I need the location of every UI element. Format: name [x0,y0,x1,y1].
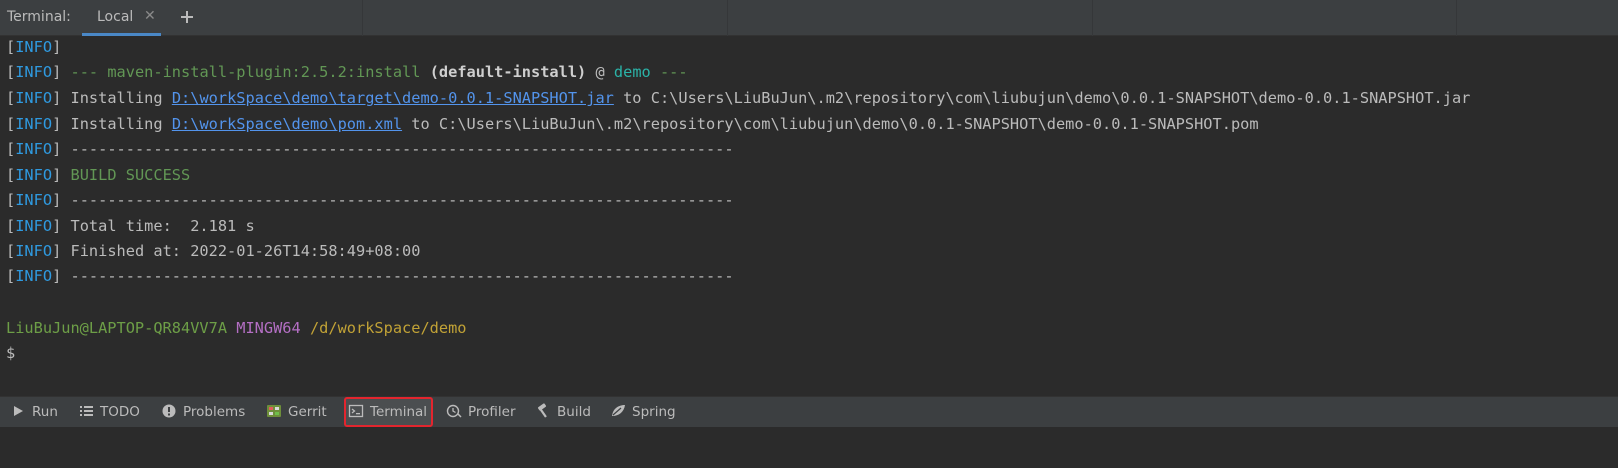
tool-terminal-button[interactable]: Terminal [344,397,434,427]
play-icon [14,406,23,416]
prompt-symbol: $ [6,344,16,362]
shell-prompt[interactable]: $ [6,342,15,364]
installing-text: Installing [70,115,163,133]
to-text: to [623,89,642,107]
shell-prompt-header: LiuBuJun@LAPTOP-QR84VV7A MINGW64 /d/work… [6,317,467,339]
terminal-line: [INFO] --- maven-install-plugin:2.5.2:in… [6,63,688,81]
prompt-path: /d/workSpace/demo [309,319,467,337]
plugin-project: demo [613,63,651,81]
info-tag: INFO [15,89,53,107]
total-time: Total time: 2.181 s [70,217,255,235]
info-tag: INFO [15,63,53,81]
terminal-line: [INFO] ---------------------------------… [6,191,734,209]
terminal-line: [INFO] BUILD SUCCESS [6,166,191,184]
tab-local-label: Local [97,9,134,25]
info-tag: INFO [15,166,53,184]
tool-label: Terminal [370,404,428,420]
tool-run-button[interactable]: Run [10,400,58,424]
divider [362,0,363,36]
jar-destination: C:\Users\LiuBuJun\.m2\repository\com\liu… [650,89,1471,107]
terminal-line: [INFO] ---------------------------------… [6,267,734,285]
prompt-env: MINGW64 [236,319,301,337]
terminal-line: [INFO] Finished at: 2022-01-26T14:58:49+… [6,242,421,260]
plugin-name: maven-install-plugin:2.5.2:install [107,63,421,81]
info-icon [162,404,176,418]
tool-profiler-button[interactable]: Profiler [446,400,516,424]
tab-local[interactable]: Local ✕ [82,0,161,36]
terminal-line: [INFO] Installing D:\workSpace\demo\pom.… [6,115,1259,133]
installing-text: Installing [70,89,163,107]
pom-destination: C:\Users\LiuBuJun\.m2\repository\com\liu… [438,115,1259,133]
gerrit-icon [267,405,281,417]
terminal-tab-bar: Terminal: Local ✕ [0,0,1618,36]
add-tab-button[interactable] [176,4,198,30]
separator-line: ----------------------------------------… [70,140,734,158]
terminal-line: [INFO] [6,38,62,56]
plugin-at: @ [595,63,605,81]
info-tag: INFO [15,115,53,133]
profiler-icon [446,404,462,418]
terminal-line: [INFO] Total time: 2.181 s [6,217,255,235]
tool-build-button[interactable]: Build [535,400,591,424]
divider [1092,0,1093,36]
close-icon[interactable]: ✕ [144,8,156,24]
plus-icon [181,11,193,23]
jar-file-link[interactable]: D:\workSpace\demo\target\demo-0.0.1-SNAP… [172,89,614,107]
info-tag: INFO [15,267,53,285]
plugin-separator: --- [659,63,688,81]
list-icon [80,406,93,416]
finished-at: Finished at: 2022-01-26T14:58:49+08:00 [70,242,421,260]
tool-window-bar: Run TODO Problems Gerrit Terminal Profil… [0,396,1618,427]
tool-label: Problems [183,404,246,420]
terminal-line: [INFO] Installing D:\workSpace\demo\targ… [6,89,1471,107]
pom-file-link[interactable]: D:\workSpace\demo\pom.xml [172,115,402,133]
prompt-user-host: LiuBuJun@LAPTOP-QR84VV7A [6,319,228,337]
tool-label: TODO [100,404,140,420]
info-tag: INFO [15,242,53,260]
spring-leaf-icon [612,405,625,416]
build-status: BUILD SUCCESS [70,166,191,184]
info-tag: INFO [15,217,53,235]
tool-todo-button[interactable]: TODO [78,400,140,424]
terminal-output[interactable]: [INFO] [INFO] --- maven-install-plugin:2… [0,36,1618,396]
terminal-tool-title: Terminal: [7,9,71,25]
terminal-line: [INFO] ---------------------------------… [6,140,734,158]
hammer-icon [537,403,547,418]
tool-gerrit-button[interactable]: Gerrit [266,400,327,424]
divider [727,0,728,36]
tool-spring-button[interactable]: Spring [610,400,676,424]
separator-line: ----------------------------------------… [70,191,734,209]
tool-label: Profiler [468,404,516,420]
terminal-icon [348,404,364,418]
to-text: to [411,115,430,133]
tool-problems-button[interactable]: Problems [161,400,245,424]
plugin-separator: --- [70,63,99,81]
info-tag: INFO [15,38,53,56]
plugin-goal: (default-install) [429,63,587,81]
info-tag: INFO [15,191,53,209]
tool-label: Spring [632,404,676,420]
info-tag: INFO [15,140,53,158]
separator-line: ----------------------------------------… [70,267,734,285]
tool-label: Gerrit [288,404,327,420]
divider [1456,0,1457,36]
tool-label: Run [32,404,58,420]
tool-label: Build [557,404,591,420]
